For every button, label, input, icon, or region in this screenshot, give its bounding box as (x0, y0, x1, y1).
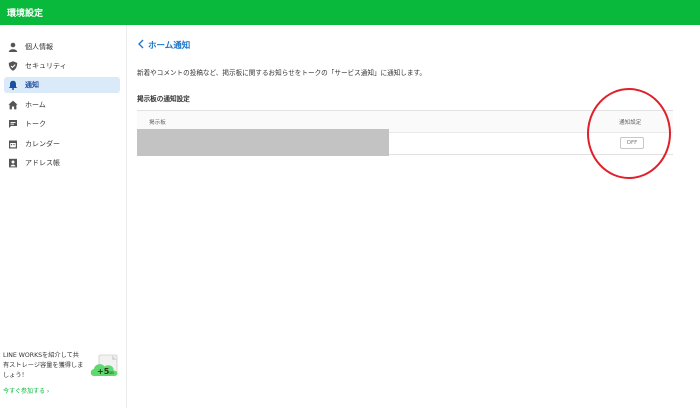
sidebar-item-notifications[interactable]: 通知 (4, 77, 120, 93)
sidebar-item-label: 個人情報 (25, 43, 53, 51)
sidebar-item-label: トーク (25, 120, 46, 128)
promo-join-link[interactable]: 今すぐ参加する › (3, 386, 49, 395)
storage-bonus-unit: GB (109, 371, 115, 375)
promo-text: LINE WORKSを紹介して共有ストレージ容量を獲得しましょう！ (3, 352, 84, 379)
person-icon (8, 42, 18, 52)
sidebar-item-label: ホーム (25, 101, 46, 109)
sidebar-item-address-book[interactable]: アドレス帳 (4, 155, 120, 171)
cloud-storage-icon: +5 GB (90, 354, 118, 376)
column-header-board: 掲示板 (149, 120, 166, 126)
home-icon (8, 100, 18, 110)
app-title: 環境設定 (7, 9, 44, 19)
page-description: 新着やコメントの投稿など、掲示板に関するお知らせをトークの「サービス通知」に通知… (137, 69, 427, 77)
contact-icon (9, 158, 17, 168)
shield-icon (8, 61, 18, 71)
chat-icon (9, 120, 17, 128)
sidebar-item-personal-info[interactable]: 個人情報 (4, 39, 120, 55)
red-highlight-circle (587, 88, 671, 179)
sidebar-item-home[interactable]: ホーム (4, 97, 120, 113)
sidebar: 個人情報 セキュリティ 通知 ホーム トーク カレンダー アドレス帳 LINE … (0, 25, 127, 408)
back-chevron-icon[interactable] (137, 39, 145, 49)
app-header-bar: 環境設定 (0, 0, 700, 25)
sidebar-item-calendar[interactable]: カレンダー (4, 136, 120, 152)
sidebar-item-security[interactable]: セキュリティ (4, 58, 120, 74)
page-title: ホーム通知 (148, 41, 191, 51)
main-panel: ホーム通知 新着やコメントの投稿など、掲示板に関するお知らせをトークの「サービス… (128, 25, 700, 408)
section-title: 掲示板の通知設定 (137, 95, 190, 103)
sidebar-item-talk[interactable]: トーク (4, 116, 120, 132)
sidebar-item-label: アドレス帳 (25, 159, 60, 167)
calendar-icon (9, 140, 17, 149)
storage-promo: LINE WORKSを紹介して共有ストレージ容量を獲得しましょう！ 今すぐ参加す… (3, 351, 123, 401)
sidebar-item-label: 通知 (25, 81, 39, 89)
sidebar-item-label: セキュリティ (25, 62, 67, 70)
redacted-board-name (137, 129, 389, 156)
bell-icon (8, 80, 18, 90)
sidebar-item-label: カレンダー (25, 140, 60, 148)
